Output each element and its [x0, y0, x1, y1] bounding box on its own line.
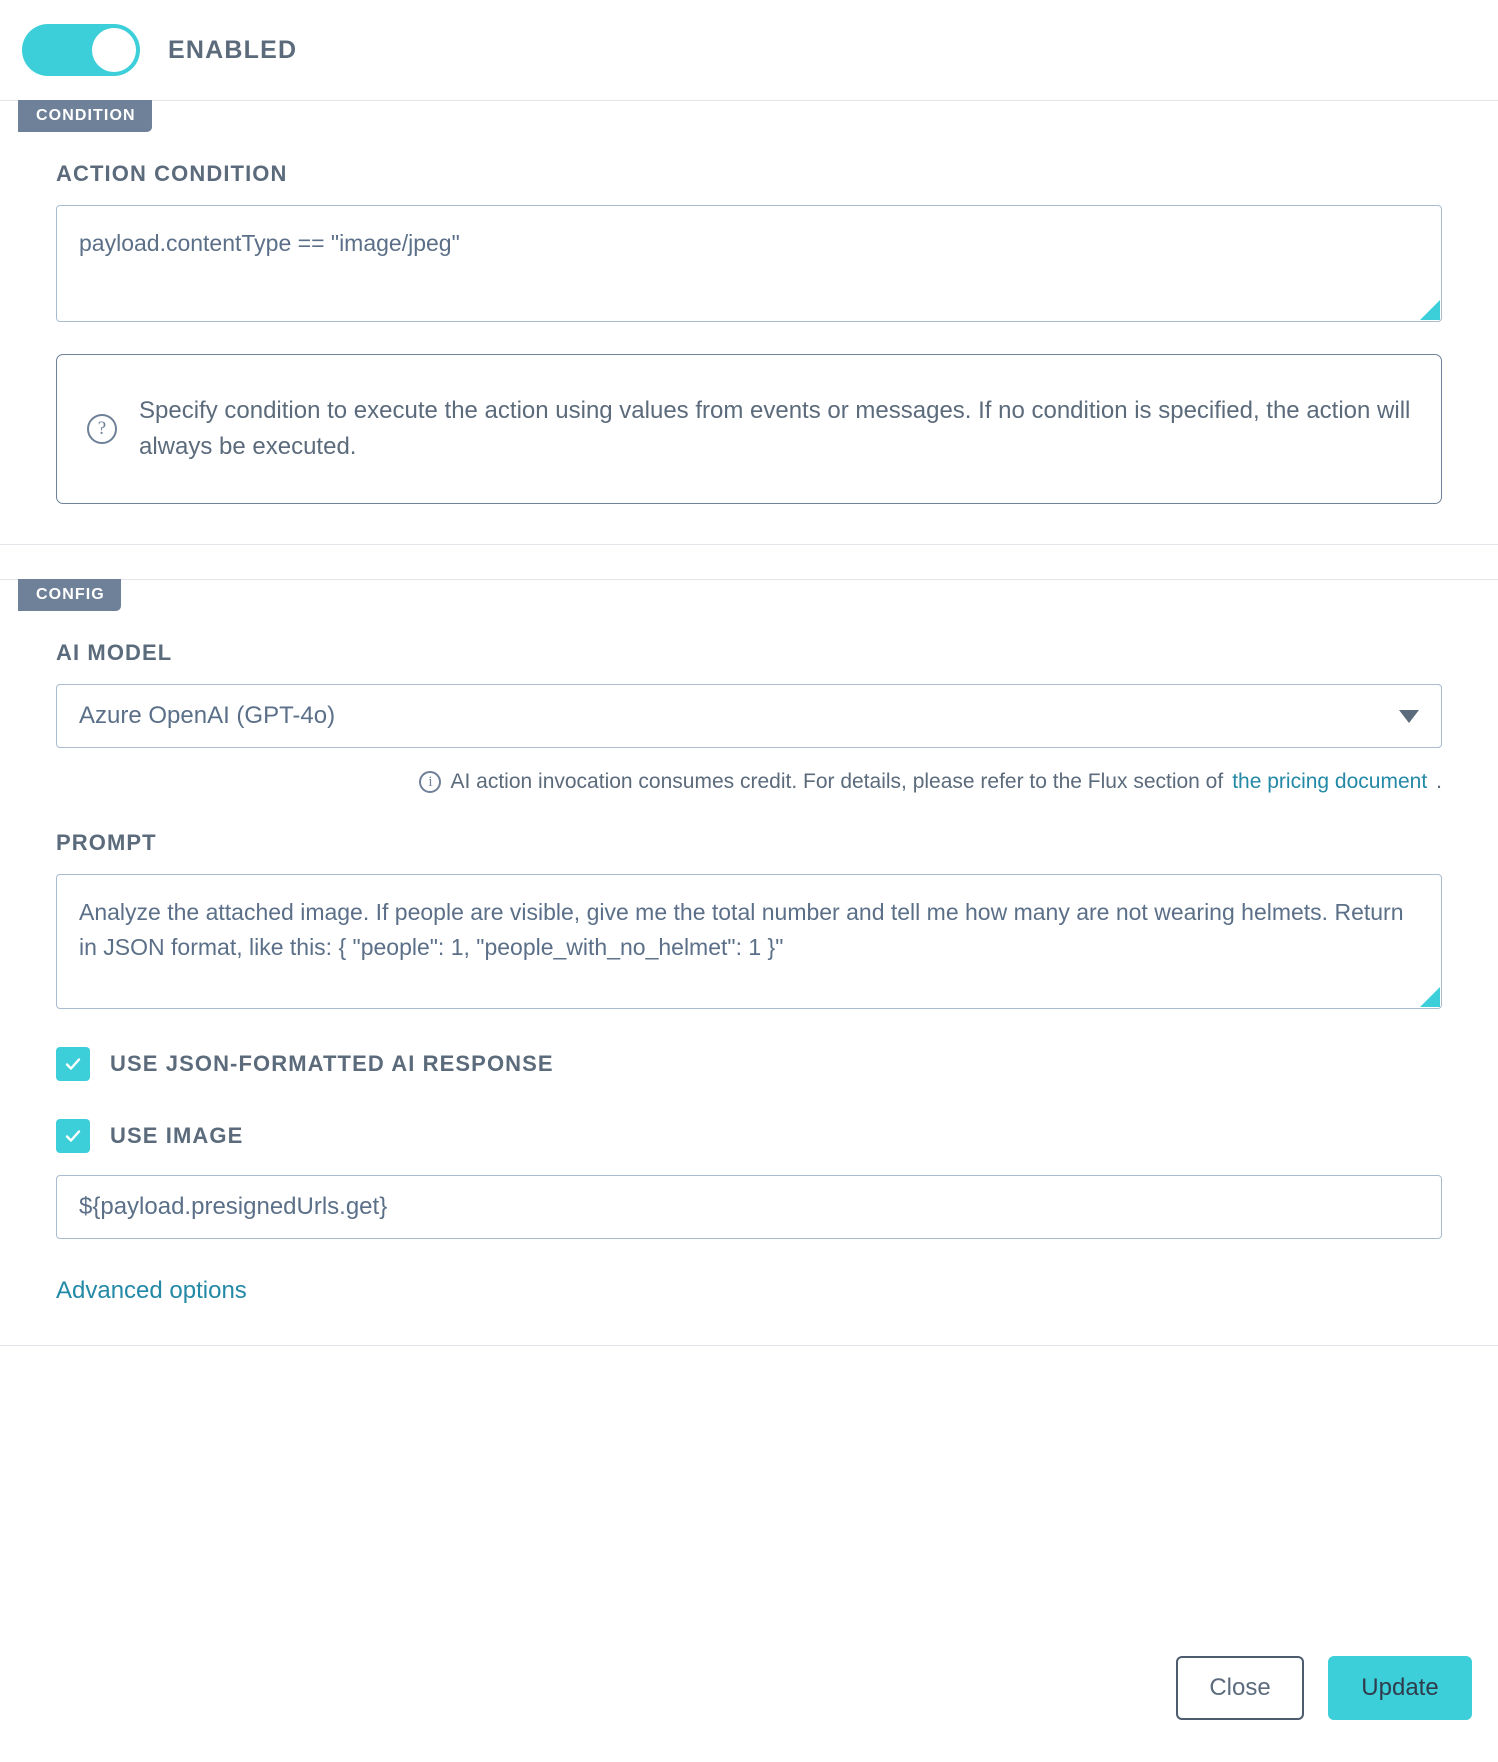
enabled-toggle-row: ENABLED — [0, 0, 1498, 100]
action-condition-input[interactable]: payload.contentType == "image/jpeg" — [56, 205, 1442, 322]
chevron-down-icon[interactable] — [1399, 709, 1419, 723]
enabled-toggle[interactable] — [22, 24, 140, 76]
close-button[interactable]: Close — [1176, 1656, 1304, 1720]
info-icon: i — [419, 771, 442, 793]
condition-hint-text: Specify condition to execute the action … — [139, 396, 1411, 460]
question-mark-icon: ? — [87, 414, 117, 444]
prompt-input[interactable]: Analyze the attached image. If people ar… — [56, 874, 1442, 1009]
dialog-footer: Close Update — [0, 1614, 1498, 1762]
condition-panel: CONDITION ACTION CONDITION payload.conte… — [0, 100, 1498, 545]
advanced-options-link[interactable]: Advanced options — [56, 1277, 247, 1305]
condition-panel-body: ACTION CONDITION payload.contentType == … — [0, 133, 1498, 544]
condition-hint-box: ? Specify condition to execute the actio… — [56, 354, 1442, 504]
use-image-label: USE IMAGE — [110, 1123, 244, 1148]
checkbox-checked-icon[interactable] — [56, 1119, 90, 1153]
action-condition-label: ACTION CONDITION — [56, 161, 288, 186]
credit-note-text: AI action invocation consumes credit. Fo… — [450, 770, 1224, 793]
credit-note-tail: . — [1436, 770, 1442, 793]
use-json-response-label: USE JSON-FORMATTED AI RESPONSE — [110, 1051, 554, 1076]
prompt-value: Analyze the attached image. If people ar… — [79, 899, 1404, 960]
config-panel-tag: CONFIG — [18, 579, 121, 611]
condition-panel-tag: CONDITION — [18, 100, 152, 132]
enabled-toggle-label: ENABLED — [168, 35, 298, 64]
image-url-input[interactable]: ${payload.presignedUrls.get} — [56, 1175, 1442, 1239]
use-image-checkbox-row[interactable]: USE IMAGE — [56, 1119, 1442, 1153]
action-condition-value: payload.contentType == "image/jpeg" — [79, 230, 460, 256]
resize-handle-icon[interactable] — [1420, 987, 1440, 1007]
checkbox-checked-icon[interactable] — [56, 1047, 90, 1081]
image-url-value: ${payload.presignedUrls.get} — [79, 1193, 388, 1220]
resize-handle-icon[interactable] — [1420, 300, 1440, 320]
credit-note: i AI action invocation consumes credit. … — [56, 770, 1442, 794]
ai-model-value: Azure OpenAI (GPT-4o) — [79, 702, 336, 729]
use-json-response-checkbox-row[interactable]: USE JSON-FORMATTED AI RESPONSE — [56, 1047, 1442, 1081]
pricing-document-link[interactable]: the pricing document — [1232, 770, 1427, 794]
toggle-knob-icon — [92, 28, 136, 72]
ai-model-label: AI MODEL — [56, 640, 173, 665]
config-panel-body: AI MODEL Azure OpenAI (GPT-4o) i AI acti… — [0, 612, 1498, 1345]
prompt-label: PROMPT — [56, 830, 157, 855]
update-button[interactable]: Update — [1328, 1656, 1472, 1720]
config-panel: CONFIG AI MODEL Azure OpenAI (GPT-4o) i … — [0, 579, 1498, 1346]
ai-model-select[interactable]: Azure OpenAI (GPT-4o) — [56, 684, 1442, 748]
